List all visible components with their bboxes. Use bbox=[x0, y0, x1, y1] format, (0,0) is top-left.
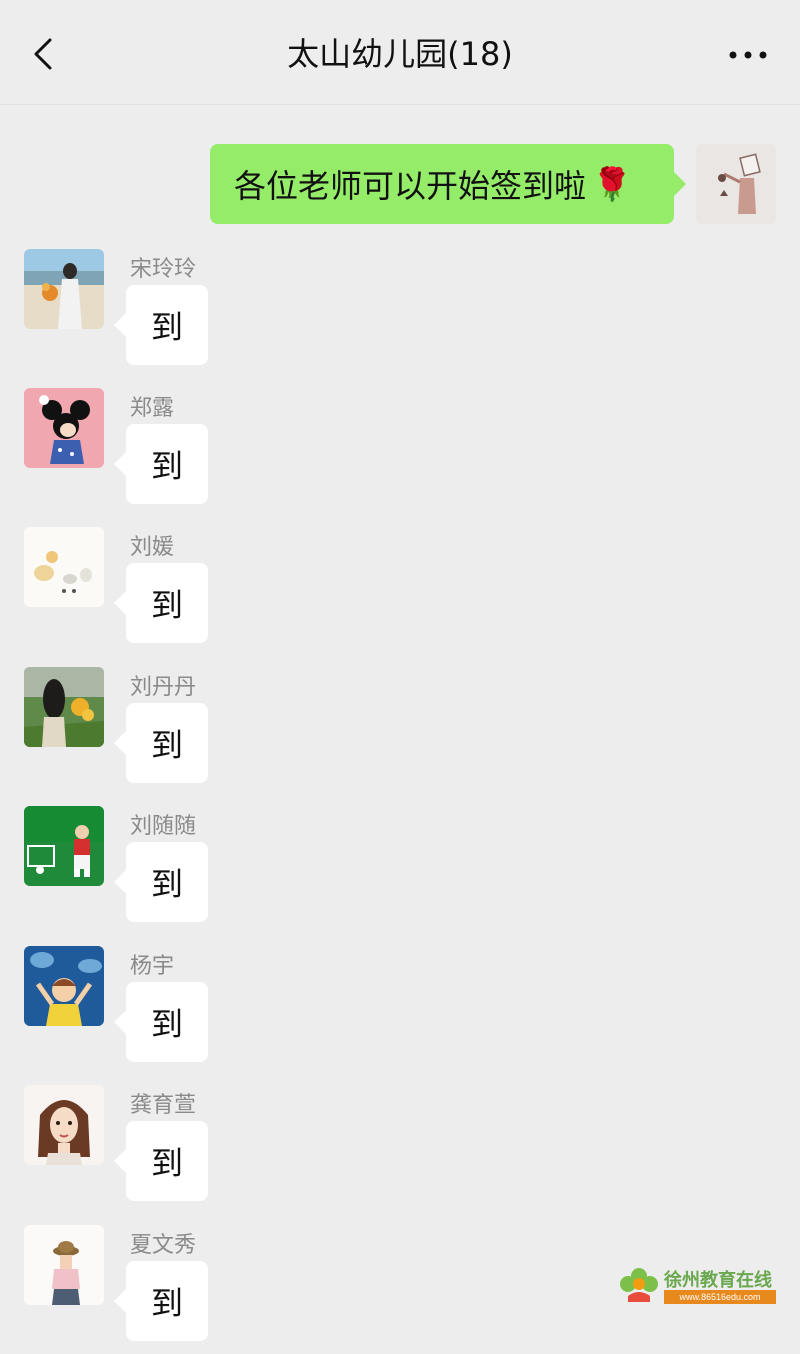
sender-name: 刘丹丹 bbox=[130, 675, 197, 700]
message-bubble[interactable]: 到 bbox=[114, 563, 208, 643]
avatar-image bbox=[696, 144, 776, 224]
sender-name: 龚育萱 bbox=[130, 1093, 197, 1118]
sender-name: 夏文秀 bbox=[130, 1233, 197, 1258]
sender-avatar[interactable] bbox=[24, 388, 104, 468]
message-bubble[interactable]: 到 bbox=[114, 1121, 208, 1201]
chat-title: 太山幼儿园(18) bbox=[287, 35, 513, 73]
rose-icon: 🌹 bbox=[592, 165, 632, 203]
sender-name: 杨宇 bbox=[130, 954, 175, 979]
sender-avatar[interactable] bbox=[24, 1085, 104, 1165]
self-message-bubble[interactable]: 各位老师可以开始签到啦 🌹 bbox=[210, 144, 686, 224]
sender-name: 宋玲玲 bbox=[130, 257, 197, 282]
top-bar: 太山幼儿园(18) bbox=[0, 0, 800, 105]
chat-message: 宋玲玲 到 bbox=[24, 249, 324, 369]
message-bubble[interactable]: 到 bbox=[114, 842, 208, 922]
watermark-url: www.86516edu.com bbox=[664, 1290, 776, 1304]
sender-avatar[interactable] bbox=[24, 527, 104, 607]
sender-name: 刘随随 bbox=[130, 814, 197, 839]
chat-message: 刘随随 到 bbox=[24, 806, 324, 926]
message-bubble[interactable]: 到 bbox=[114, 703, 208, 783]
more-button[interactable] bbox=[726, 40, 770, 70]
sender-avatar[interactable] bbox=[24, 1225, 104, 1305]
sender-name: 郑露 bbox=[130, 396, 175, 421]
chat-message: 刘丹丹 到 bbox=[24, 667, 324, 787]
sender-avatar[interactable] bbox=[24, 806, 104, 886]
flower-logo-icon bbox=[620, 1268, 658, 1302]
message-bubble[interactable]: 到 bbox=[114, 1261, 208, 1341]
message-bubble[interactable]: 到 bbox=[114, 285, 208, 365]
watermark-name: 徐州教育在线 bbox=[664, 1270, 772, 1291]
self-message-text: 各位老师可以开始签到啦 bbox=[234, 167, 587, 205]
self-avatar[interactable] bbox=[696, 144, 776, 224]
sender-name: 刘媛 bbox=[130, 535, 175, 560]
chat-message: 夏文秀 到 bbox=[24, 1225, 324, 1345]
message-bubble[interactable]: 到 bbox=[114, 424, 208, 504]
message-bubble[interactable]: 到 bbox=[114, 982, 208, 1062]
watermark-logo: 徐州教育在线 www.86516edu.com bbox=[616, 1266, 780, 1306]
sender-avatar[interactable] bbox=[24, 667, 104, 747]
chat-message: 龚育萱 到 bbox=[24, 1085, 324, 1205]
self-message: 各位老师可以开始签到啦 🌹 bbox=[176, 144, 776, 226]
chat-message: 郑露 到 bbox=[24, 388, 324, 508]
chat-message: 刘媛 到 bbox=[24, 527, 324, 647]
sender-avatar[interactable] bbox=[24, 946, 104, 1026]
sender-avatar[interactable] bbox=[24, 249, 104, 329]
chat-message: 杨宇 到 bbox=[24, 946, 324, 1066]
more-horizontal-icon bbox=[729, 51, 767, 59]
